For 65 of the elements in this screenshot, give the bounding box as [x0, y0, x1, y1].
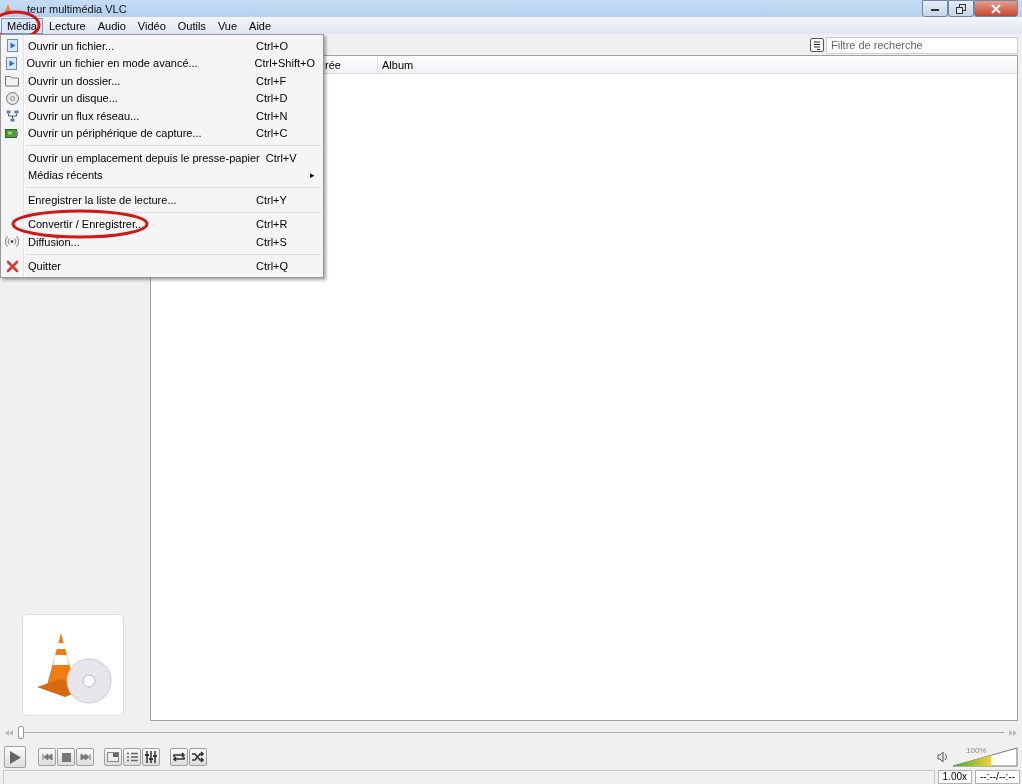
menu-item[interactable]: Outils: [171, 17, 212, 34]
list-icon: [812, 39, 822, 51]
network-icon: [5, 109, 19, 122]
fullscreen-button[interactable]: [104, 748, 122, 766]
menu-item[interactable]: Médias récents ▸: [1, 166, 323, 184]
column-header[interactable]: Album: [377, 56, 1017, 73]
sliders-icon: [145, 751, 157, 763]
menu-item[interactable]: Enregistrer la liste de lecture... Ctrl+Y: [1, 191, 323, 209]
play-file-icon: [4, 56, 18, 70]
seek-handle[interactable]: [18, 726, 24, 739]
menu-item[interactable]: Vidéo: [131, 17, 172, 34]
search-field[interactable]: Filtre de recherche: [826, 36, 1018, 54]
stop-button[interactable]: [57, 748, 75, 766]
playlist-view-button[interactable]: [810, 38, 824, 52]
close-icon: [5, 259, 19, 273]
window-icon: [107, 752, 119, 762]
restore-icon: [956, 3, 966, 14]
skip-forward-icon: [79, 753, 91, 761]
list-icon: [125, 752, 139, 762]
play-file-icon: [5, 39, 19, 53]
menu-item[interactable]: Ouvrir un fichier... Ctrl+O: [1, 37, 323, 55]
loop-button[interactable]: [170, 748, 188, 766]
menu-item[interactable]: Ouvrir un fichier en mode avancé... Ctrl+Shift+O: [1, 54, 323, 72]
stop-icon: [61, 752, 71, 762]
play-button[interactable]: [4, 746, 26, 768]
rewind-icon: [4, 728, 14, 737]
next-button[interactable]: [76, 748, 94, 766]
menu-item[interactable]: Vue: [211, 17, 244, 34]
volume-reading: 100%: [966, 746, 987, 755]
menu-item[interactable]: Ouvrir un périphérique de capture... Ctrl+C: [1, 124, 323, 142]
column-header[interactable]: rée: [323, 56, 377, 73]
folder-icon: [5, 74, 19, 88]
restore-button[interactable]: [948, 0, 974, 17]
capture-card-icon: [5, 126, 19, 140]
minimize-button[interactable]: [922, 0, 948, 17]
shuffle-button[interactable]: [189, 748, 207, 766]
broadcast-icon: [5, 235, 19, 249]
menu-item[interactable]: Ouvrir un flux réseau... Ctrl+N: [1, 107, 323, 125]
shuffle-icon: [191, 751, 205, 763]
menu-item[interactable]: Ouvrir un dossier... Ctrl+F: [1, 72, 323, 90]
time-display[interactable]: --:--/--:--: [975, 770, 1020, 784]
menu-item[interactable]: Diffusion... Ctrl+S: [1, 233, 323, 251]
loop-icon: [172, 751, 186, 763]
play-icon: [8, 749, 22, 765]
playback-speed[interactable]: 1.00x: [937, 770, 972, 784]
menu-item[interactable]: Ouvrir un disque... Ctrl+D: [1, 89, 323, 107]
menu-item[interactable]: Audio: [91, 17, 132, 34]
equalizer-button[interactable]: [142, 748, 160, 766]
window-title: teur multimédia VLC: [26, 2, 127, 15]
volume-slider[interactable]: [952, 747, 1018, 767]
speaker-icon: [937, 751, 948, 763]
menu-item[interactable]: Ouvrir un emplacement depuis le presse-papier Ctrl+V: [1, 149, 323, 167]
fast-forward-icon: [1008, 728, 1018, 737]
disc-icon: [5, 91, 19, 105]
previous-button[interactable]: [38, 748, 56, 766]
menu-item[interactable]: Quitter Ctrl+Q: [1, 257, 323, 275]
menu-item[interactable]: Lecture: [42, 17, 92, 34]
app-icon: [3, 2, 13, 15]
skip-back-icon: [41, 753, 53, 761]
menu-item[interactable]: Média: [1, 17, 43, 34]
menu-item[interactable]: Convertir / Enregistrer... Ctrl+R: [1, 215, 323, 233]
playlist-button[interactable]: [123, 748, 141, 766]
close-button[interactable]: [974, 0, 1018, 17]
close-icon: [991, 3, 1001, 14]
menu-item[interactable]: Aide: [243, 17, 278, 34]
